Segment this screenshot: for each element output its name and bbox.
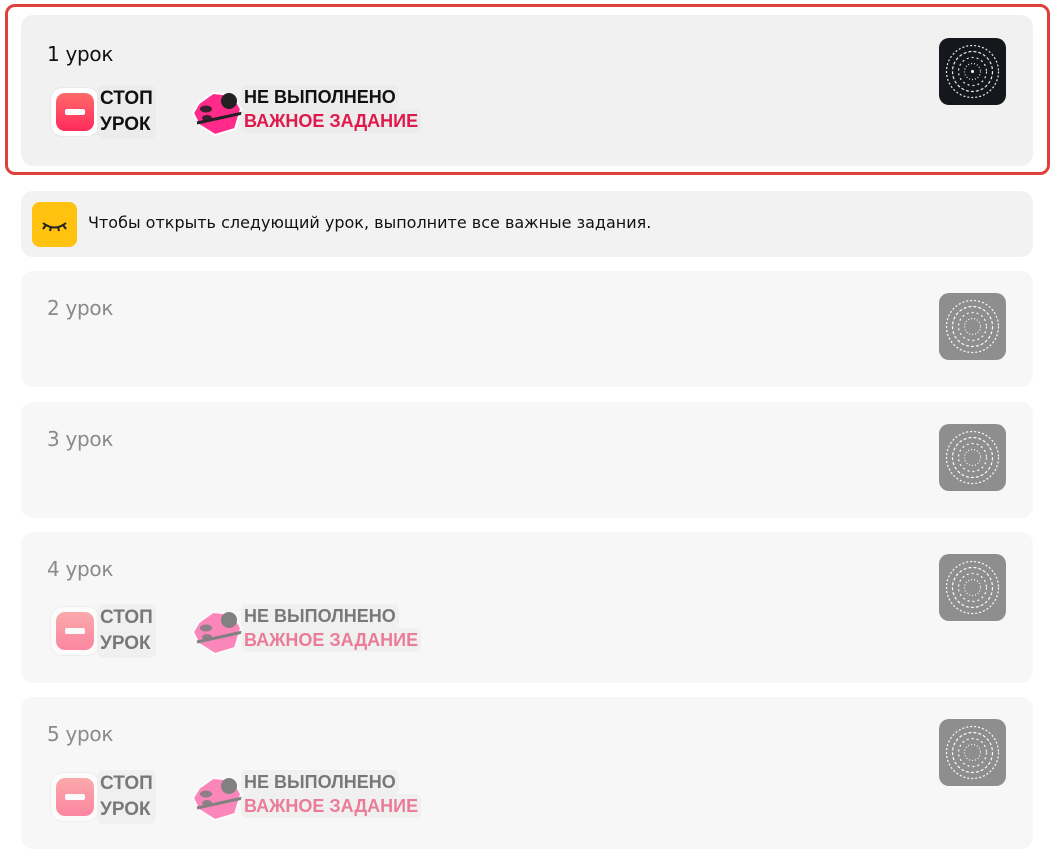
lesson-title: 2 урок — [47, 296, 114, 320]
stop-lesson-badge: СТОП УРОК — [51, 604, 166, 660]
lesson-card-2[interactable]: 2 урок — [21, 271, 1033, 387]
unlock-notice: Чтобы открыть следующий урок, выполните … — [21, 191, 1033, 257]
lesson-card-4[interactable]: 4 урок СТОП УРОК НЕ ВЫПОЛНЕНО ВАЖНОЕ ЗАДА… — [21, 532, 1033, 683]
lesson-title: 5 урок — [47, 722, 114, 746]
important-task-icon — [191, 610, 243, 656]
lesson-card-5[interactable]: 5 урок СТОП УРОК НЕ ВЫПОЛНЕНО ВАЖНОЕ ЗАДА… — [21, 697, 1033, 849]
lesson-thumbnail — [939, 424, 1006, 491]
stop-sign-icon — [51, 773, 99, 821]
lesson-title: 4 урок — [47, 557, 114, 581]
task-badge-label: НЕ ВЫПОЛНЕНО ВАЖНОЕ ЗАДАНИЕ — [241, 604, 422, 652]
lesson-card-3[interactable]: 3 урок — [21, 402, 1033, 518]
important-task-icon — [191, 776, 243, 822]
lesson-thumbnail — [939, 719, 1006, 786]
stop-badge-label: СТОП УРОК — [97, 770, 156, 824]
lesson-title: 3 урок — [47, 427, 114, 451]
important-task-badge: НЕ ВЫПОЛНЕНО ВАЖНОЕ ЗАДАНИЕ — [191, 770, 451, 826]
lesson-thumbnail — [939, 293, 1006, 360]
task-badge-label: НЕ ВЫПОЛНЕНО ВАЖНОЕ ЗАДАНИЕ — [241, 770, 422, 818]
notice-text: Чтобы открыть следующий урок, выполните … — [88, 213, 652, 232]
lesson-thumbnail — [939, 554, 1006, 621]
important-task-badge: НЕ ВЫПОЛНЕНО ВАЖНОЕ ЗАДАНИЕ — [191, 604, 451, 660]
closed-eye-icon — [32, 202, 77, 247]
selection-highlight — [5, 4, 1050, 175]
stop-badge-label: СТОП УРОК — [97, 604, 156, 658]
stop-sign-icon — [51, 607, 99, 655]
stop-lesson-badge: СТОП УРОК — [51, 770, 166, 826]
